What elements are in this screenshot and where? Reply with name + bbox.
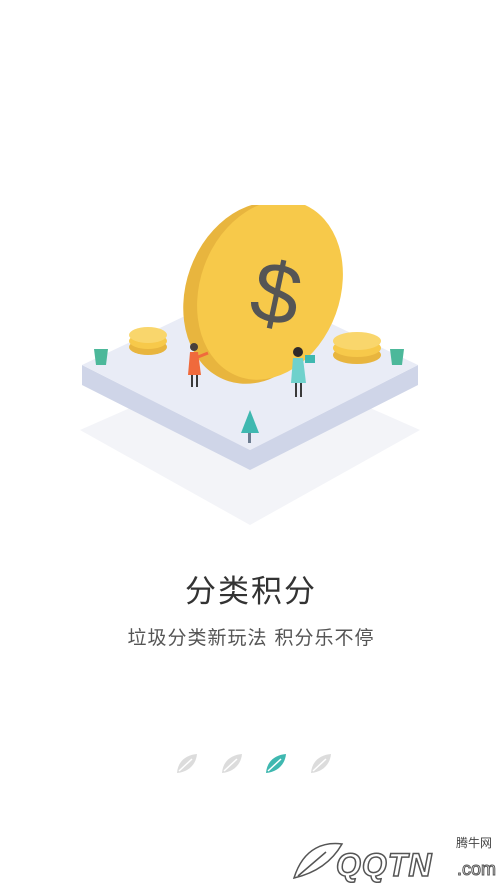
watermark-suffix: .com <box>456 859 496 880</box>
cup-left-icon <box>94 349 108 365</box>
cup-right-icon <box>390 349 404 365</box>
page-subtitle: 垃圾分类新玩法 积分乐不停 <box>127 627 375 649</box>
page-dot-4-leaf-icon[interactable] <box>308 751 334 777</box>
page-dot-3-leaf-icon-active[interactable] <box>263 751 289 777</box>
page-title: 分类积分 <box>185 574 317 610</box>
page-dot-1-leaf-icon[interactable] <box>174 751 200 777</box>
watermark-brand: QQTN <box>335 846 433 884</box>
watermark: QQTN .com 腾牛网 <box>286 834 497 886</box>
coin-stack-right <box>333 332 381 364</box>
watermark-site: 腾牛网 <box>455 836 492 850</box>
coin-stack-left <box>129 327 167 355</box>
hero-illustration: $ <box>80 205 420 525</box>
page-dot-2-leaf-icon[interactable] <box>219 751 245 777</box>
page-indicator <box>174 751 334 779</box>
